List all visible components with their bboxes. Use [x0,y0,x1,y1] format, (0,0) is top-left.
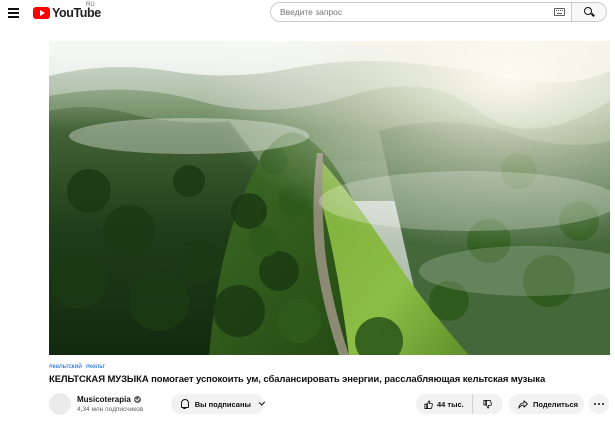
youtube-play-icon [33,7,50,19]
share-button[interactable]: Поделиться [509,394,584,414]
chevron-down-icon [258,399,266,406]
logo-text: YouTube [52,6,101,20]
thumbs-down-icon [483,399,493,409]
share-label: Поделиться [533,399,579,409]
hashtag-link[interactable]: #кельтский [49,363,82,370]
dislike-button[interactable] [473,394,503,414]
hashtags: #кельтский #кельт [49,363,107,370]
subscribed-button[interactable]: Вы подписаны [171,394,266,414]
video-frame-landscape [49,41,610,355]
keyboard-icon[interactable] [554,8,565,16]
verified-check-icon [133,396,141,403]
channel-name-text: Musicoterapia [77,395,131,404]
bell-icon [180,399,189,409]
owner-row: Musicoterapia 4,34 млн подписчиков Вы по… [49,393,610,415]
like-dislike-group: 44 тыс. [416,394,503,414]
subscriber-count: 4,34 млн подписчиков [77,406,144,413]
hashtag-link[interactable]: #кельт [86,363,106,370]
more-actions-button[interactable] [589,394,609,414]
logo-region: RU [86,2,95,8]
like-count: 44 тыс. [437,399,464,409]
hamburger-menu-icon[interactable] [5,4,25,22]
video-player[interactable] [49,41,610,355]
channel-avatar[interactable] [49,393,71,415]
share-arrow-icon [518,399,528,409]
search-button[interactable] [572,2,607,22]
channel-name[interactable]: Musicoterapia [77,395,141,404]
more-dot-icon [598,403,600,405]
like-button[interactable]: 44 тыс. [416,394,473,414]
more-dot-icon [602,403,604,405]
more-dot-icon [594,403,596,405]
subscribed-label: Вы подписаны [194,399,251,409]
search-box [270,2,572,22]
thumbs-up-icon [424,399,433,409]
video-title: КЕЛЬТСКАЯ МУЗЫКА помогает успокоить ум, … [49,374,546,385]
search-input[interactable] [280,7,540,17]
top-header: YouTube RU [0,0,615,28]
